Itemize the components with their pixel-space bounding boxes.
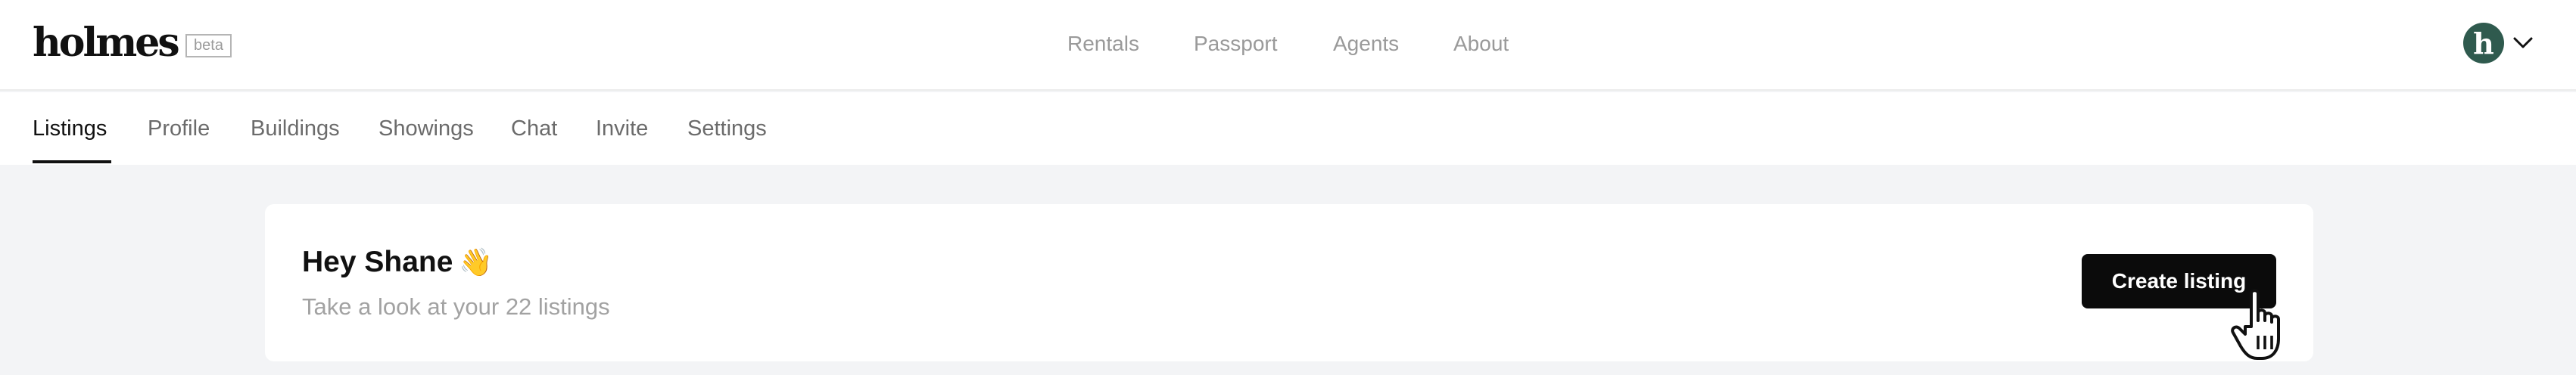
welcome-card: Hey Shane 👋 Take a look at your 22 listin… [265,204,2313,361]
beta-badge: beta [185,34,232,57]
greeting-heading: Hey Shane 👋 [302,243,493,281]
tab-chat[interactable]: Chat [511,113,557,144]
greeting-text: Hey Shane [302,246,453,278]
tabs-bar: Listings Profile Buildings Showings Chat… [0,92,2576,165]
tab-buildings[interactable]: Buildings [251,113,340,144]
tab-profile[interactable]: Profile [148,113,210,144]
avatar[interactable]: h [2463,23,2504,64]
listings-summary: Take a look at your 22 listings [302,293,610,320]
active-tab-indicator [33,160,111,163]
hand-pointer-cursor-icon [2231,289,2280,360]
nav-link-agents[interactable]: Agents [1333,29,1399,59]
waving-hand-icon: 👋 [459,246,494,277]
tab-settings[interactable]: Settings [687,113,767,144]
nav-link-about[interactable]: About [1453,29,1509,59]
tab-invite[interactable]: Invite [596,113,648,144]
holmes-logo[interactable]: holmes [33,20,180,66]
chevron-down-icon[interactable] [2512,34,2534,52]
nav-link-passport[interactable]: Passport [1194,29,1278,59]
tab-showings[interactable]: Showings [378,113,474,144]
nav-link-rentals[interactable]: Rentals [1067,29,1139,59]
tab-listings[interactable]: Listings [33,113,107,144]
top-navbar: holmes beta Rentals Passport Agents Abou… [0,0,2576,91]
